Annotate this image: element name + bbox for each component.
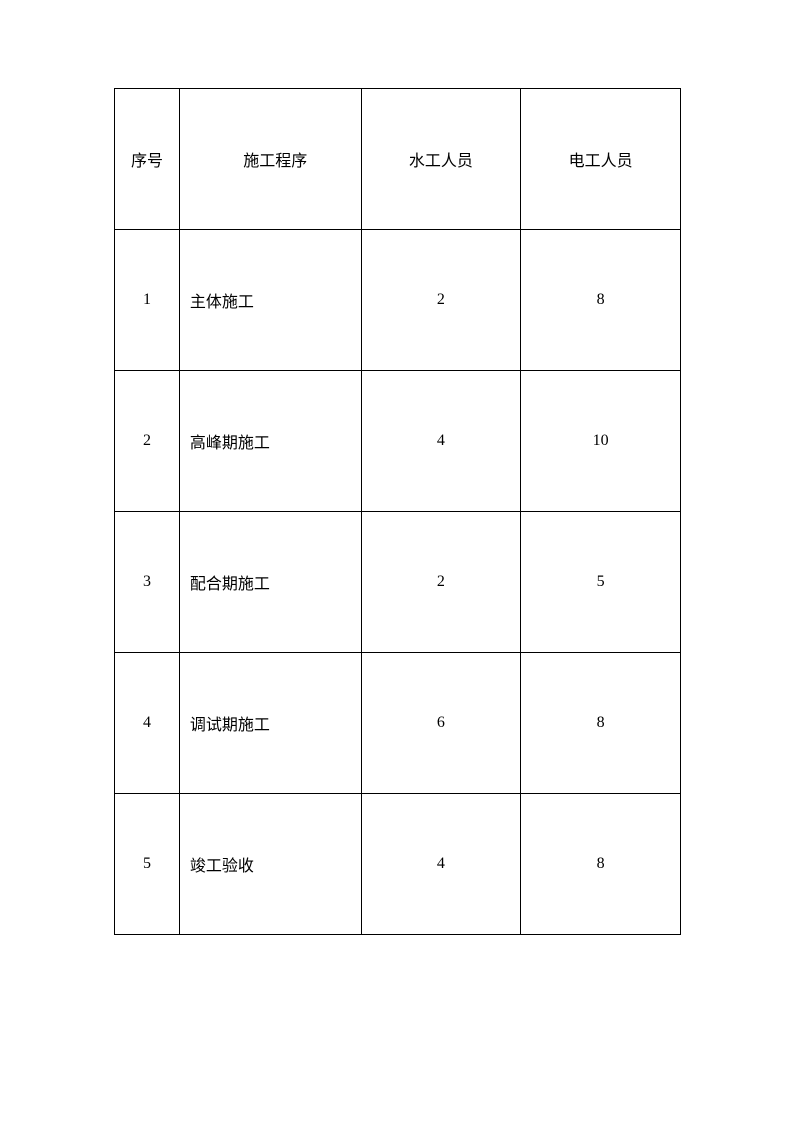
cell-electric: 8 xyxy=(521,653,681,794)
cell-water: 2 xyxy=(361,230,521,371)
header-electric: 电工人员 xyxy=(521,89,681,230)
header-seq: 序号 xyxy=(115,89,180,230)
page-container: 序号 施工程序 水工人员 电工人员 1 主体施工 2 8 2 高峰期施工 4 1… xyxy=(0,0,794,935)
cell-seq: 3 xyxy=(115,512,180,653)
cell-procedure: 竣工验收 xyxy=(179,794,361,935)
header-water: 水工人员 xyxy=(361,89,521,230)
table-row: 5 竣工验收 4 8 xyxy=(115,794,681,935)
cell-procedure: 配合期施工 xyxy=(179,512,361,653)
table-row: 3 配合期施工 2 5 xyxy=(115,512,681,653)
cell-water: 4 xyxy=(361,794,521,935)
cell-electric: 5 xyxy=(521,512,681,653)
cell-electric: 8 xyxy=(521,230,681,371)
cell-water: 6 xyxy=(361,653,521,794)
cell-procedure: 调试期施工 xyxy=(179,653,361,794)
table-row: 4 调试期施工 6 8 xyxy=(115,653,681,794)
cell-procedure: 高峰期施工 xyxy=(179,371,361,512)
table-row: 1 主体施工 2 8 xyxy=(115,230,681,371)
cell-electric: 8 xyxy=(521,794,681,935)
table-header-row: 序号 施工程序 水工人员 电工人员 xyxy=(115,89,681,230)
cell-procedure: 主体施工 xyxy=(179,230,361,371)
cell-seq: 1 xyxy=(115,230,180,371)
table-row: 2 高峰期施工 4 10 xyxy=(115,371,681,512)
cell-seq: 2 xyxy=(115,371,180,512)
header-procedure: 施工程序 xyxy=(179,89,361,230)
cell-water: 2 xyxy=(361,512,521,653)
cell-electric: 10 xyxy=(521,371,681,512)
cell-water: 4 xyxy=(361,371,521,512)
cell-seq: 4 xyxy=(115,653,180,794)
personnel-table: 序号 施工程序 水工人员 电工人员 1 主体施工 2 8 2 高峰期施工 4 1… xyxy=(114,88,681,935)
cell-seq: 5 xyxy=(115,794,180,935)
